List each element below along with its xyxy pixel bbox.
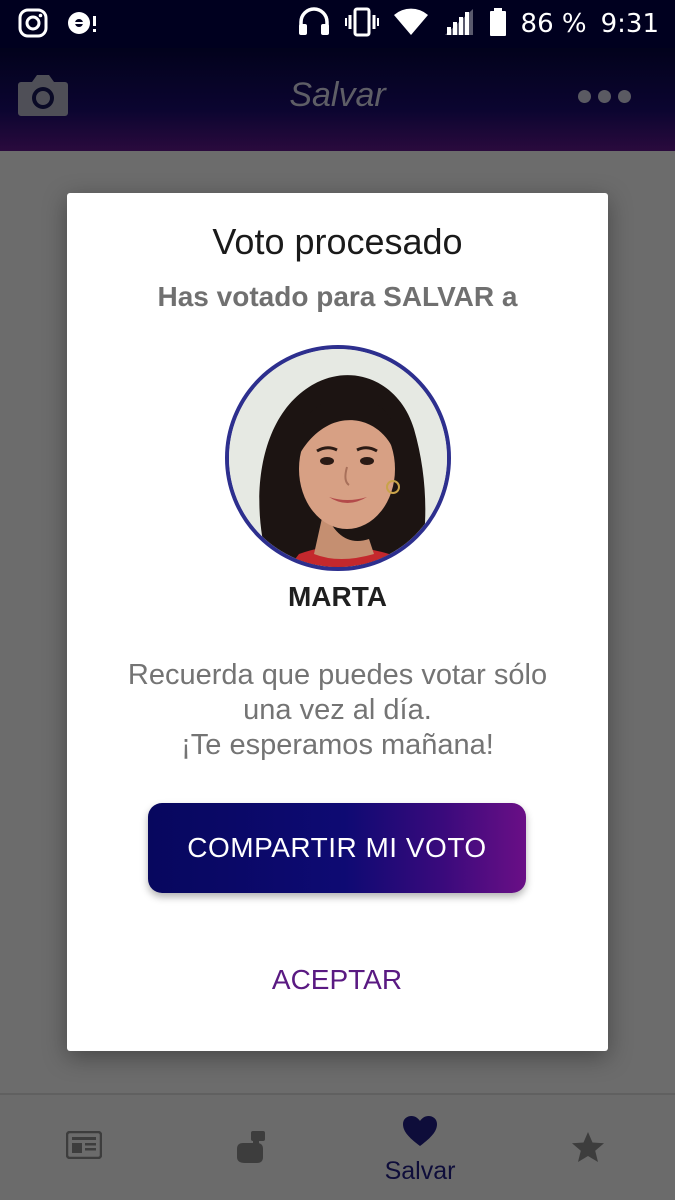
status-bar: 86 % 9:31 (0, 0, 675, 48)
nav-item-salvar[interactable]: Salvar (336, 1095, 504, 1200)
dialog-subtitle: Has votado para SALVAR a (157, 281, 518, 312)
battery-percentage: 86 % (520, 9, 587, 39)
battery-icon (489, 7, 507, 42)
accept-button[interactable]: ACEPTAR (237, 955, 437, 1005)
heart-icon (402, 1115, 438, 1152)
voice-message-icon (66, 8, 98, 43)
status-bar-left (18, 8, 98, 43)
candidate-avatar (225, 345, 451, 571)
star-icon (571, 1131, 605, 1168)
vote-confirmation-dialog: Voto procesado Has votado para SALVAR a (67, 193, 608, 1051)
more-horizontal-icon[interactable] (578, 90, 631, 103)
dialog-title: Voto procesado (212, 221, 463, 262)
bottom-navigation: Salvar (0, 1093, 675, 1200)
wifi-icon (393, 8, 429, 41)
message-line: una vez al día. (243, 694, 432, 726)
message-line: ¡Te esperamos mañana! (181, 729, 494, 761)
status-bar-right: 86 % 9:31 (297, 6, 659, 42)
nav-item-favorites[interactable] (504, 1095, 672, 1200)
hand-vote-icon (235, 1129, 269, 1170)
clock: 9:31 (600, 9, 659, 39)
app-bar: Salvar (0, 48, 675, 151)
candidate-name: MARTA (287, 581, 387, 612)
nav-label-salvar: Salvar (384, 1157, 456, 1185)
nav-item-vote[interactable] (168, 1095, 336, 1200)
screen: 86 % 9:31 Salvar Voto procesado Has vota… (0, 0, 675, 1200)
share-vote-button[interactable]: COMPARTIR MI VOTO (148, 803, 526, 893)
instagram-icon (18, 8, 48, 43)
nav-item-news[interactable] (0, 1095, 168, 1200)
news-icon (65, 1130, 103, 1164)
dialog-message: Recuerda que puedes votar sólo una vez a… (97, 658, 578, 763)
headphones-icon (297, 6, 331, 42)
app-bar-title: Salvar (289, 76, 386, 114)
vibrate-icon (344, 7, 379, 42)
signal-icon (443, 7, 475, 42)
message-line: Recuerda que puedes votar sólo (127, 659, 548, 691)
